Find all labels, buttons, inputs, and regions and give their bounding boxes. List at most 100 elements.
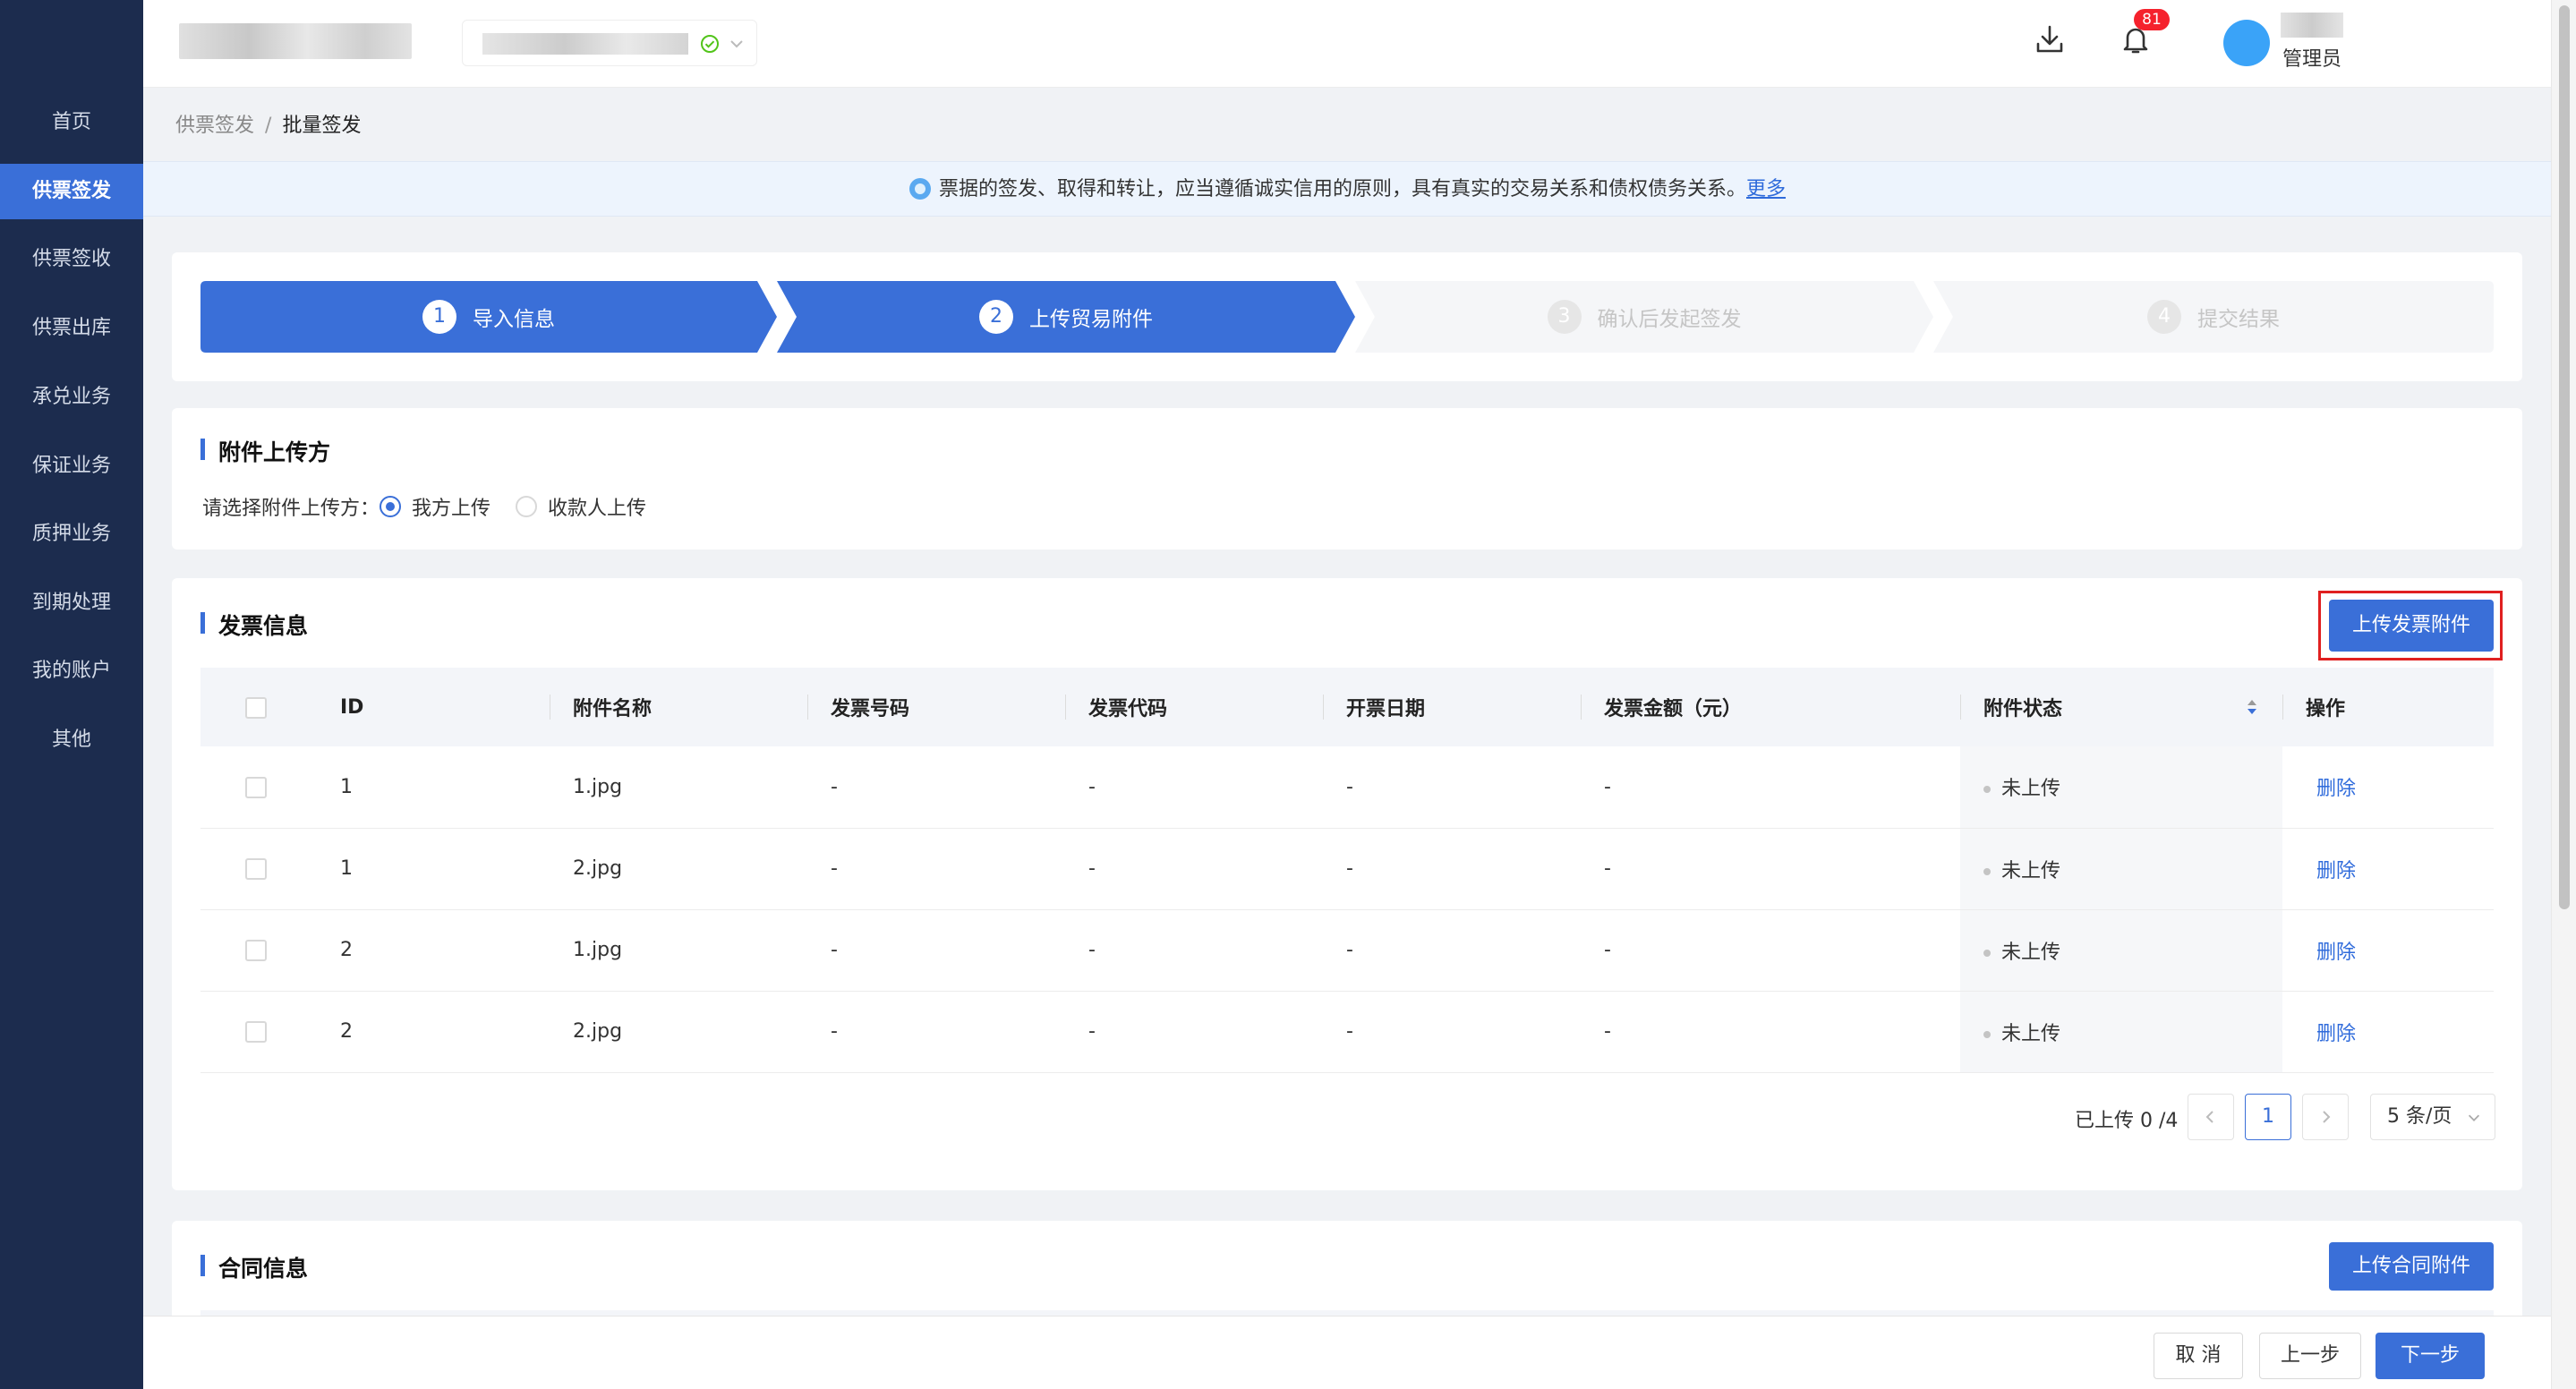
row-checkbox[interactable] [245,776,267,798]
invoice-card: 发票信息 上传发票附件 ID 附件名称 发票号码 发票代码 开票日期 发票金额（… [172,578,2522,1190]
delete-link[interactable]: 删除 [2316,860,2356,882]
step-4-label: 提交结果 [2197,308,2280,331]
step-2-number: 2 [979,300,1013,334]
next-step-button[interactable]: 下一步 [2376,1333,2485,1379]
select-all-cell [200,668,317,746]
page-size-value: 5 条/页 [2387,1105,2452,1128]
avatar[interactable] [2223,20,2270,66]
radio-self-upload-label[interactable]: 我方上传 [412,492,490,521]
cell-status: 未上传 [1960,991,2282,1073]
cell-name: 1.jpg [550,746,807,829]
cell-action: 删除 [2282,991,2494,1073]
sidebar-item-pledge[interactable]: 质押业务 [0,507,143,562]
sidebar-item-other[interactable]: 其他 [0,712,143,768]
table-row: 1 1.jpg - - - - 未上传 删除 [200,746,2494,829]
page-number-button[interactable]: 1 [2245,1094,2291,1140]
uploader-card: 附件上传方 请选择附件上传方： 我方上传 收款人上传 [172,408,2522,550]
sidebar-item-receive[interactable]: 供票签收 [0,232,143,287]
cell-date: - [1323,991,1581,1073]
col-header-action: 操作 [2282,668,2494,746]
cell-status: 未上传 [1960,746,2282,829]
cell-amount: - [1581,991,1960,1073]
step-4-number: 4 [2147,300,2181,334]
upload-contract-button[interactable]: 上传合同附件 [2329,1242,2494,1291]
delete-link[interactable]: 删除 [2316,778,2356,800]
step-2-label: 上传贸易附件 [1029,308,1153,331]
sidebar-item-issue[interactable]: 供票签发 [0,164,143,219]
cell-amount: - [1581,828,1960,910]
delete-link[interactable]: 删除 [2316,1023,2356,1045]
sidebar-item-account[interactable]: 我的账户 [0,643,143,699]
org-name-blurred [482,33,688,55]
chevron-down-icon [730,40,743,48]
sidebar-item-outbound[interactable]: 供票出库 [0,301,143,356]
uploader-title: 附件上传方 [200,435,330,467]
upload-invoice-button[interactable]: 上传发票附件 [2329,600,2494,652]
invoice-table: ID 附件名称 发票号码 发票代码 开票日期 发票金额（元） 附件状态 操作 1… [200,668,2494,1073]
bottom-action-bar: 取 消 上一步 下一步 [143,1316,2551,1389]
top-header [143,0,2551,88]
select-all-checkbox[interactable] [245,696,267,719]
info-icon [908,178,931,200]
cell-date: - [1323,746,1581,829]
cell-id: 1 [317,828,550,910]
prev-page-button[interactable] [2188,1094,2234,1140]
page-size-select[interactable]: 5 条/页 [2370,1094,2495,1140]
cell-name: 1.jpg [550,909,807,992]
cell-amount: - [1581,909,1960,992]
cell-action: 删除 [2282,909,2494,992]
notice-more-link[interactable]: 更多 [1746,178,1786,200]
notice-text: 票据的签发、取得和转让，应当遵循诚实信用的原则，具有真实的交易关系和债权债务关系… [938,178,1746,200]
cell-number: - [807,828,1065,910]
cell-amount: - [1581,746,1960,829]
breadcrumb: 供票签发 / 批量签发 [175,109,361,138]
breadcrumb-parent[interactable]: 供票签发 [175,115,254,137]
delete-link[interactable]: 删除 [2316,942,2356,964]
prev-step-button[interactable]: 上一步 [2259,1333,2361,1379]
step-3-number: 3 [1547,300,1582,334]
cancel-button[interactable]: 取 消 [2154,1333,2243,1379]
sidebar-item-guarantee[interactable]: 保证业务 [0,439,143,494]
table-row: 1 2.jpg - - - - 未上传 删除 [200,828,2494,910]
sidebar-item-maturity[interactable]: 到期处理 [0,575,143,631]
cell-id: 2 [317,909,550,992]
radio-payee-upload-label[interactable]: 收款人上传 [548,492,646,521]
scrollbar-thumb[interactable] [2559,5,2570,909]
upload-summary: 已上传 0 /4 [2075,1110,2179,1132]
notification-badge: 81 [2134,9,2170,30]
radio-payee-upload[interactable] [516,496,538,517]
cell-number: - [807,746,1065,829]
cell-date: - [1323,828,1581,910]
row-checkbox[interactable] [245,940,267,961]
row-checkbox[interactable] [245,858,267,880]
cell-code: - [1065,746,1323,829]
cell-code: - [1065,909,1323,992]
step-1-number: 1 [422,300,456,334]
cell-name: 2.jpg [550,991,807,1073]
step-1: 1 导入信息 [200,281,777,353]
chevron-left-icon [2205,1111,2213,1123]
status-dot [1983,949,1991,957]
row-checkbox[interactable] [245,1021,267,1043]
status-dot [1983,1030,1991,1038]
steps-card: 1 导入信息 2 上传贸易附件 3 确认后发起签发 4 提交结果 [172,252,2522,381]
download-icon[interactable] [2032,21,2068,57]
invoice-title: 发票信息 [200,609,308,641]
step-3-label: 确认后发起签发 [1597,308,1742,331]
next-page-button[interactable] [2302,1094,2349,1140]
table-row: 2 2.jpg - - - - 未上传 删除 [200,991,2494,1073]
col-header-name: 附件名称 [550,668,807,746]
sidebar-item-acceptance[interactable]: 承兑业务 [0,370,143,425]
cell-status: 未上传 [1960,909,2282,992]
sidebar-item-home[interactable]: 首页 [0,95,143,150]
col-header-id: ID [317,668,550,746]
org-selector[interactable] [462,20,757,66]
company-name-blurred [179,23,412,59]
page-scrollbar[interactable] [2551,0,2576,1389]
user-name-blurred [2281,13,2343,38]
col-header-amount: 发票金额（元） [1581,668,1960,746]
radio-self-upload[interactable] [380,496,402,517]
sort-icon[interactable] [2245,696,2259,718]
col-header-status[interactable]: 附件状态 [1960,668,2282,746]
cell-code: - [1065,828,1323,910]
